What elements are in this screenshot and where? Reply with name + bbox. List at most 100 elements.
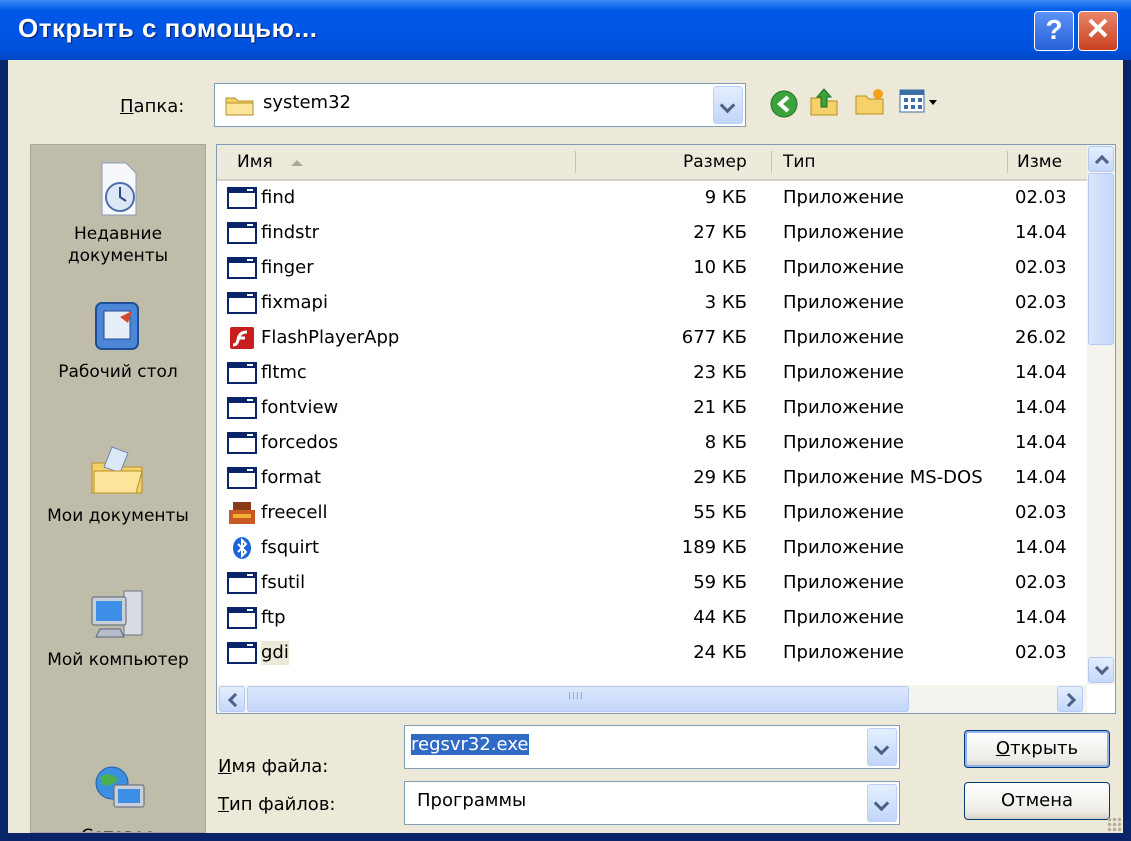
filename-input[interactable]: regsvr32.exe — [411, 734, 529, 755]
scroll-left-button[interactable] — [219, 686, 245, 712]
place-network[interactable]: Сетевое — [31, 761, 205, 832]
file-date: 14.04 — [1015, 222, 1067, 243]
file-size: 44 КБ — [693, 607, 747, 628]
file-name: fontview — [261, 397, 339, 418]
desktop-icon — [95, 302, 139, 350]
lookin-combo[interactable]: system32 — [214, 83, 746, 127]
file-date: 14.04 — [1015, 607, 1067, 628]
file-row[interactable]: freecell 55 КБ Приложение 02.03 — [217, 496, 1087, 530]
file-name: ftp — [261, 607, 286, 628]
file-name: fltmc — [261, 362, 307, 383]
column-header-date[interactable]: Изме — [1017, 145, 1062, 179]
file-date: 02.03 — [1015, 502, 1067, 523]
file-row[interactable]: finger 10 КБ Приложение 02.03 — [217, 251, 1087, 285]
file-size: 24 КБ — [693, 642, 747, 663]
file-row[interactable]: fixmapi 3 КБ Приложение 02.03 — [217, 286, 1087, 320]
lookin-value: system32 — [263, 92, 351, 113]
file-type: Приложение — [783, 292, 905, 313]
close-button[interactable]: ✕ — [1078, 11, 1118, 51]
file-type: Приложение — [783, 432, 905, 453]
file-row[interactable]: FlashPlayerApp 677 КБ Приложение 26.02 — [217, 321, 1087, 355]
column-divider[interactable] — [1007, 151, 1008, 173]
file-date: 02.03 — [1015, 642, 1067, 663]
file-name: fixmapi — [261, 292, 328, 313]
scroll-down-button[interactable] — [1088, 657, 1114, 683]
file-size: 27 КБ — [693, 222, 747, 243]
file-date: 14.04 — [1015, 432, 1067, 453]
file-row[interactable]: fltmc 23 КБ Приложение 14.04 — [217, 356, 1087, 390]
column-header-name[interactable]: Имя — [237, 145, 304, 179]
file-row[interactable]: ftp 44 КБ Приложение 14.04 — [217, 601, 1087, 635]
file-list[interactable]: Имя Размер Тип Изме find 9 КБ Приложение 02… — [216, 144, 1116, 714]
file-size: 23 КБ — [693, 362, 747, 383]
column-divider[interactable] — [575, 151, 576, 173]
file-row[interactable]: fsquirt 189 КБ Приложение 14.04 — [217, 531, 1087, 565]
scroll-up-button[interactable] — [1088, 146, 1114, 172]
file-type: Приложение — [783, 257, 905, 278]
file-date: 14.04 — [1015, 397, 1067, 418]
scroll-right-button[interactable] — [1057, 686, 1083, 712]
file-size: 677 КБ — [681, 327, 747, 348]
file-date: 02.03 — [1015, 187, 1067, 208]
my-computer-icon — [91, 590, 143, 638]
filetype-value: Программы — [417, 790, 527, 811]
help-button[interactable]: ? — [1034, 11, 1074, 51]
column-header-size[interactable]: Размер — [683, 145, 747, 179]
filename-dropdown-button[interactable] — [867, 728, 897, 766]
dialog-client-area: Папка: system32 Недавние документы Рабоч… — [8, 60, 1123, 833]
file-date: 02.03 — [1015, 292, 1067, 313]
vertical-scroll-thumb[interactable] — [1088, 173, 1114, 345]
horizontal-scroll-thumb[interactable]: IIII — [247, 686, 909, 712]
file-name: freecell — [261, 502, 328, 523]
views-menu-icon[interactable] — [898, 86, 942, 118]
filetype-dropdown-button[interactable] — [867, 784, 897, 822]
network-icon — [95, 766, 145, 808]
file-date: 02.03 — [1015, 257, 1067, 278]
file-size: 189 КБ — [681, 537, 747, 558]
cancel-button[interactable]: Отмена — [964, 782, 1110, 820]
resize-grip[interactable] — [1107, 817, 1121, 831]
new-folder-icon[interactable] — [854, 86, 886, 118]
file-name: forcedos — [261, 432, 339, 453]
file-row[interactable]: findstr 27 КБ Приложение 14.04 — [217, 216, 1087, 250]
file-name: gdi — [261, 641, 289, 665]
back-arrow-icon[interactable] — [768, 88, 800, 120]
file-name: FlashPlayerApp — [261, 327, 400, 348]
file-row[interactable]: format 29 КБ Приложение MS-DOS 14.04 — [217, 461, 1087, 495]
file-size: 3 КБ — [704, 292, 747, 313]
open-button[interactable]: Открыть — [964, 730, 1110, 768]
file-row[interactable]: gdi 24 КБ Приложение 02.03 — [217, 636, 1087, 670]
file-type: Приложение — [783, 222, 905, 243]
file-date: 14.04 — [1015, 467, 1067, 488]
file-row[interactable]: fontview 21 КБ Приложение 14.04 — [217, 391, 1087, 425]
title-bar[interactable]: Открыть с помощью... ? ✕ — [0, 0, 1131, 60]
thumb-grip: IIII — [568, 691, 584, 702]
file-name: finger — [261, 257, 314, 278]
file-row[interactable]: forcedos 8 КБ Приложение 14.04 — [217, 426, 1087, 460]
up-folder-icon[interactable] — [808, 86, 840, 118]
vertical-scrollbar[interactable] — [1087, 145, 1115, 685]
column-header-type[interactable]: Тип — [783, 145, 816, 179]
filetype-label: Тип файлов: — [218, 794, 336, 815]
list-header: Имя Размер Тип Изме — [217, 145, 1087, 181]
filename-label: Имя файла: — [218, 756, 329, 777]
file-size: 29 КБ — [693, 467, 747, 488]
sort-ascending-icon — [291, 160, 304, 166]
file-row[interactable]: fsutil 59 КБ Приложение 02.03 — [217, 566, 1087, 600]
place-my-computer[interactable]: Мой компьютер — [31, 585, 205, 671]
recent-documents-icon — [101, 162, 137, 216]
file-date: 26.02 — [1015, 327, 1067, 348]
place-my-documents[interactable]: Мои документы — [31, 441, 205, 527]
horizontal-scrollbar[interactable]: IIII — [217, 685, 1087, 713]
window-title: Открыть с помощью... — [18, 13, 318, 43]
file-date: 02.03 — [1015, 572, 1067, 593]
file-type: Приложение — [783, 187, 905, 208]
file-row[interactable]: find 9 КБ Приложение 02.03 — [217, 181, 1087, 215]
lookin-dropdown-button[interactable] — [713, 86, 743, 124]
file-size: 21 КБ — [693, 397, 747, 418]
filename-combo[interactable]: regsvr32.exe — [404, 725, 900, 769]
place-recent-documents[interactable]: Недавние документы — [31, 159, 205, 267]
place-desktop[interactable]: Рабочий стол — [31, 297, 205, 383]
column-divider[interactable] — [771, 151, 772, 173]
filetype-combo[interactable]: Программы — [404, 781, 900, 825]
